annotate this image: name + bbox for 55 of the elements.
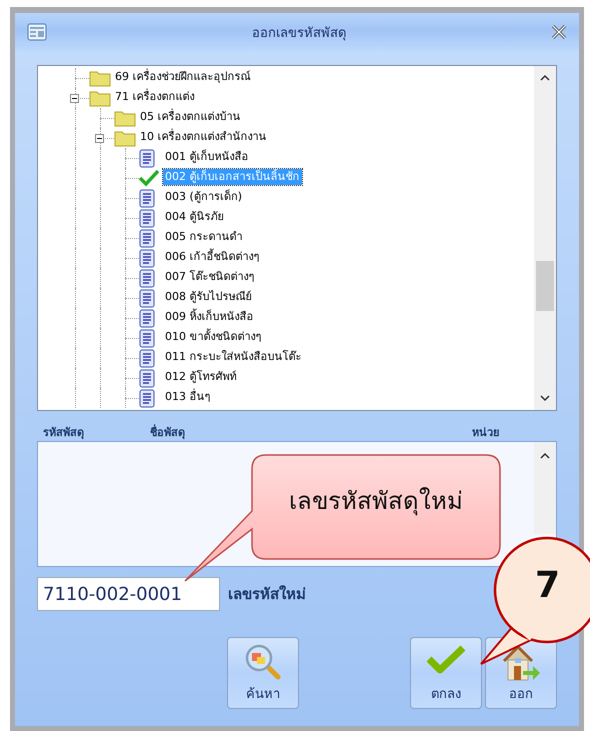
- document-icon: [139, 389, 155, 408]
- column-header: ชื่อพัสดุ: [150, 423, 185, 441]
- tree-item[interactable]: 71 เครื่องตกแต่ง: [113, 89, 196, 105]
- scrollbar[interactable]: [534, 66, 556, 410]
- search-button[interactable]: ค้นหา: [227, 637, 299, 709]
- collapse-toggle[interactable]: [95, 134, 104, 143]
- document-icon: [139, 369, 155, 388]
- document-icon: [139, 289, 155, 308]
- window-icon: [27, 23, 47, 41]
- scroll-up-icon[interactable]: [540, 452, 550, 459]
- document-icon: [139, 149, 155, 168]
- tree-item[interactable]: 011 กระบะใส่หนังสือบนโต๊ะ: [163, 349, 304, 365]
- tree-item[interactable]: 008 ตู้รับไปรษณีย์: [163, 289, 254, 305]
- document-icon: [139, 229, 155, 248]
- code-field[interactable]: 7110-002-0001: [37, 577, 220, 611]
- tree-item[interactable]: 005 กระดานดำ: [163, 229, 244, 245]
- callout-number: 7: [535, 565, 560, 606]
- tree-item[interactable]: 010 ขาตั้งชนิดต่างๆ: [163, 329, 264, 345]
- tree-item[interactable]: 003 (ตู้การเด็ก): [163, 189, 244, 205]
- document-icon: [139, 349, 155, 368]
- tree-item[interactable]: 05 เครื่องตกแต่งบ้าน: [138, 109, 242, 125]
- folder-icon: [114, 109, 136, 127]
- window-title: ออกเลขรหัสพัสดุ: [251, 24, 347, 42]
- column-header: รหัสพัสดุ: [43, 425, 84, 441]
- search-icon: [244, 644, 281, 680]
- document-icon: [139, 189, 155, 208]
- ok-button[interactable]: ตกลง: [410, 637, 482, 709]
- scrollbar[interactable]: [534, 442, 556, 534]
- check-icon: [139, 169, 159, 187]
- folder-icon: [89, 89, 111, 107]
- check-icon: [426, 644, 466, 674]
- document-icon: [139, 309, 155, 328]
- scroll-thumb[interactable]: [536, 261, 554, 311]
- tree-item[interactable]: 69 เครื่องช่วยฝึกและอุปกรณ์: [113, 69, 252, 85]
- tree-item[interactable]: 006 เก้าอี้ชนิดต่างๆ: [163, 249, 262, 265]
- folder-icon: [114, 129, 136, 147]
- tree-item[interactable]: 012 ตู้โทรศัพท์: [163, 369, 238, 385]
- column-header: หน่วย: [472, 425, 499, 441]
- tree-item[interactable]: 007 โต๊ะชนิดต่างๆ: [163, 269, 256, 285]
- scroll-up-icon[interactable]: [540, 74, 550, 81]
- field-label: เลขรหัสใหม่: [228, 584, 306, 605]
- callout-text: เลขรหัสพัสดุใหม่: [288, 486, 464, 518]
- tree-item[interactable]: 004 ตู้นิรภัย: [163, 209, 226, 225]
- tree-item[interactable]: 009 หิ้งเก็บหนังสือ: [163, 309, 256, 325]
- document-icon: [139, 209, 155, 228]
- document-icon: [139, 269, 155, 288]
- tree-item[interactable]: 013 อื่นๆ: [163, 389, 212, 405]
- tree-item[interactable]: 10 เครื่องตกแต่งสำนักงาน: [138, 129, 268, 145]
- scroll-down-icon[interactable]: [540, 395, 550, 402]
- close-icon[interactable]: [551, 25, 567, 39]
- document-icon: [139, 249, 155, 268]
- folder-icon: [89, 69, 111, 87]
- tree-item[interactable]: 001 ตู้เก็บหนังสือ: [163, 149, 250, 165]
- document-icon: [139, 329, 155, 348]
- collapse-toggle[interactable]: [70, 94, 79, 103]
